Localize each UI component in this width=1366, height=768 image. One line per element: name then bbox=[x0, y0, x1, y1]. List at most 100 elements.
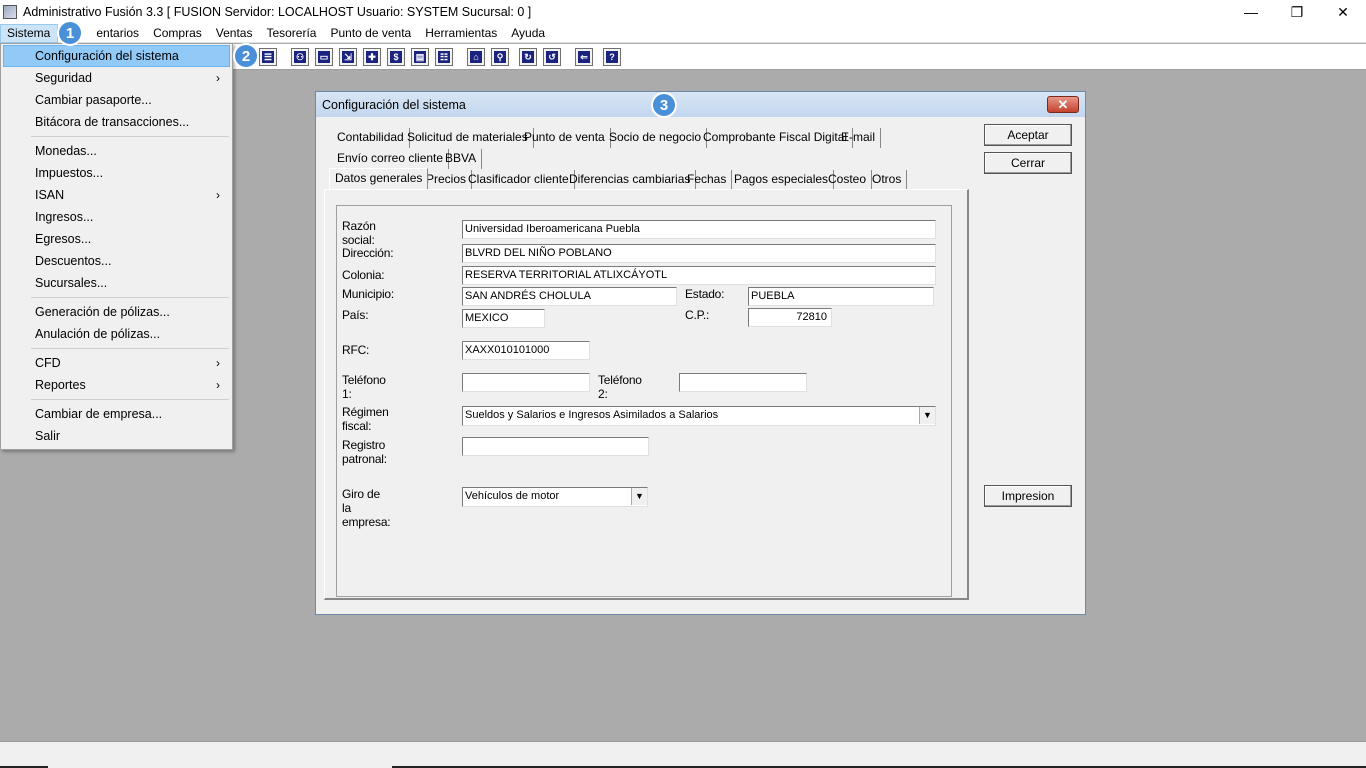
giro-select[interactable]: Vehículos de motor ▼ bbox=[462, 487, 648, 507]
menu-bar: Sistema entarios Compras Ventas Tesorerí… bbox=[0, 23, 1366, 43]
pais-field[interactable]: MEXICO bbox=[462, 309, 545, 328]
menu-item-isan[interactable]: ISAN › bbox=[3, 184, 230, 206]
menu-item-seguridad[interactable]: Seguridad › bbox=[3, 67, 230, 89]
menu-herramientas[interactable]: Herramientas bbox=[418, 24, 504, 43]
cerrar-button[interactable]: Cerrar bbox=[984, 152, 1072, 174]
document-icon[interactable]: ▤ bbox=[411, 48, 429, 66]
app-icon[interactable] bbox=[3, 5, 17, 19]
chevron-down-icon[interactable]: ▼ bbox=[631, 488, 647, 505]
menu-item-ingresos[interactable]: Ingresos... bbox=[3, 206, 230, 228]
aceptar-button[interactable]: Aceptar bbox=[984, 124, 1072, 146]
menu-item-impuestos[interactable]: Impuestos... bbox=[3, 162, 230, 184]
colonia-field[interactable]: RESERVA TERRITORIAL ATLIXCÁYOTL bbox=[462, 266, 936, 285]
folder-icon[interactable]: ▭ bbox=[315, 48, 333, 66]
telefono1-label: Teléfono 1: bbox=[342, 373, 386, 401]
zoom-icon[interactable]: ⚲ bbox=[491, 48, 509, 66]
menu-item-monedas[interactable]: Monedas... bbox=[3, 140, 230, 162]
status-bar bbox=[0, 741, 1366, 768]
form-group bbox=[336, 205, 952, 597]
colonia-label: Colonia: bbox=[342, 268, 385, 282]
tab-socio-negocio[interactable]: Socio de negocio bbox=[604, 128, 708, 148]
dialog-close-button[interactable]: ✕ bbox=[1047, 96, 1079, 113]
dialog-title: Configuración del sistema bbox=[322, 97, 466, 112]
direccion-field[interactable]: BLVRD DEL NIÑO POBLANO bbox=[462, 244, 936, 263]
tab-costeo[interactable]: Costeo bbox=[823, 170, 873, 190]
tab-otros[interactable]: Otros bbox=[867, 170, 908, 190]
direccion-label: Dirección: bbox=[342, 246, 394, 260]
step-badge-3: 3 bbox=[653, 94, 675, 116]
export-icon[interactable]: ⇲ bbox=[339, 48, 357, 66]
tab-punto-de-venta[interactable]: Punto de venta bbox=[519, 128, 611, 148]
menu-item-cambiar-empresa[interactable]: Cambiar de empresa... bbox=[3, 403, 230, 425]
registro-field[interactable] bbox=[462, 437, 649, 456]
telefono1-field[interactable] bbox=[462, 373, 590, 392]
menu-item-bitacora[interactable]: Bitácora de transacciones... bbox=[3, 111, 230, 133]
cp-label: C.P.: bbox=[685, 308, 710, 322]
menu-separator bbox=[31, 399, 229, 400]
tab-diferencias-cambiarias[interactable]: Diferencias cambiarias bbox=[564, 170, 697, 190]
menu-item-sucursales[interactable]: Sucursales... bbox=[3, 272, 230, 294]
config-icon[interactable]: ☰ bbox=[259, 48, 277, 66]
title-bar: Administrativo Fusión 3.3 [ FUSION Servi… bbox=[0, 0, 1366, 24]
tab-email[interactable]: E-mail bbox=[836, 128, 882, 148]
undo-icon[interactable]: ↺ bbox=[543, 48, 561, 66]
menu-tesoreria[interactable]: Tesorería bbox=[259, 24, 323, 43]
impresion-button[interactable]: Impresion bbox=[984, 485, 1072, 507]
tab-contabilidad[interactable]: Contabilidad bbox=[332, 128, 410, 148]
menu-item-configuracion[interactable]: Configuración del sistema bbox=[3, 45, 230, 67]
cp-field[interactable]: 72810 bbox=[748, 308, 832, 327]
binoculars-icon[interactable]: ⚇ bbox=[291, 48, 309, 66]
chevron-down-icon[interactable]: ▼ bbox=[919, 407, 935, 424]
menu-item-egresos[interactable]: Egresos... bbox=[3, 228, 230, 250]
razon-social-label: Razón social: bbox=[342, 219, 376, 247]
refresh-icon[interactable]: ↻ bbox=[519, 48, 537, 66]
window-controls: — ❐ ✕ bbox=[1228, 0, 1366, 24]
municipio-field[interactable]: SAN ANDRÉS CHOLULA bbox=[462, 287, 677, 306]
giro-label: Giro de la empresa: bbox=[342, 487, 391, 529]
restore-button[interactable]: ❐ bbox=[1274, 0, 1320, 24]
menu-item-cambiar-pasaporte[interactable]: Cambiar pasaporte... bbox=[3, 89, 230, 111]
close-button[interactable]: ✕ bbox=[1320, 0, 1366, 24]
regimen-label: Régimen fiscal: bbox=[342, 405, 389, 433]
rfc-field[interactable]: XAXX010101000 bbox=[462, 341, 590, 360]
menu-punto-de-venta[interactable]: Punto de venta bbox=[323, 24, 418, 43]
menu-ventas[interactable]: Ventas bbox=[209, 24, 260, 43]
tab-bbva[interactable]: BBVA bbox=[440, 149, 483, 169]
chevron-right-icon: › bbox=[216, 378, 220, 392]
menu-sistema[interactable]: Sistema bbox=[0, 23, 59, 43]
tab-pagos-especiales[interactable]: Pagos especiales bbox=[729, 170, 835, 190]
municipio-label: Municipio: bbox=[342, 287, 395, 301]
telefono2-label: Teléfono 2: bbox=[598, 373, 642, 401]
tab-solicitud-materiales[interactable]: Solicitud de materiales bbox=[402, 128, 534, 148]
help-icon[interactable]: ? bbox=[603, 48, 621, 66]
minimize-button[interactable]: — bbox=[1228, 0, 1274, 24]
chevron-right-icon: › bbox=[216, 356, 220, 370]
step-badge-1: 1 bbox=[59, 22, 81, 44]
tab-clasificador-cliente[interactable]: Clasificador cliente bbox=[463, 170, 575, 190]
dollar-icon[interactable]: $ bbox=[387, 48, 405, 66]
menu-separator bbox=[31, 136, 229, 137]
telefono2-field[interactable] bbox=[679, 373, 807, 392]
menu-item-cfd[interactable]: CFD › bbox=[3, 352, 230, 374]
menu-item-generacion-polizas[interactable]: Generación de pólizas... bbox=[3, 301, 230, 323]
back-arrow-icon[interactable]: ⇐ bbox=[575, 48, 593, 66]
menu-item-salir[interactable]: Salir bbox=[3, 425, 230, 447]
menu-compras[interactable]: Compras bbox=[146, 24, 209, 43]
estado-field[interactable]: PUEBLA bbox=[748, 287, 934, 306]
menu-item-descuentos[interactable]: Descuentos... bbox=[3, 250, 230, 272]
sistema-menu: Configuración del sistema Seguridad › Cam… bbox=[0, 43, 233, 450]
list-icon[interactable]: ☷ bbox=[435, 48, 453, 66]
razon-social-field[interactable]: Universidad Iberoamericana Puebla bbox=[462, 220, 936, 239]
rfc-label: RFC: bbox=[342, 343, 370, 357]
registro-label: Registro patronal: bbox=[342, 438, 387, 466]
menu-item-reportes[interactable]: Reportes › bbox=[3, 374, 230, 396]
tab-comprobante-fiscal[interactable]: Comprobante Fiscal Digital bbox=[698, 128, 854, 148]
menu-item-anulacion-polizas[interactable]: Anulación de pólizas... bbox=[3, 323, 230, 345]
tab-fechas[interactable]: Fechas bbox=[682, 170, 733, 190]
regimen-select[interactable]: Sueldos y Salarios e Ingresos Asimilados… bbox=[462, 406, 936, 426]
add-icon[interactable]: ✚ bbox=[363, 48, 381, 66]
tab-datos-generales[interactable]: Datos generales bbox=[329, 168, 429, 190]
tab-envio-correo[interactable]: Envío correo cliente bbox=[332, 149, 450, 169]
home-icon[interactable]: ⌂ bbox=[467, 48, 485, 66]
menu-ayuda[interactable]: Ayuda bbox=[504, 24, 552, 43]
